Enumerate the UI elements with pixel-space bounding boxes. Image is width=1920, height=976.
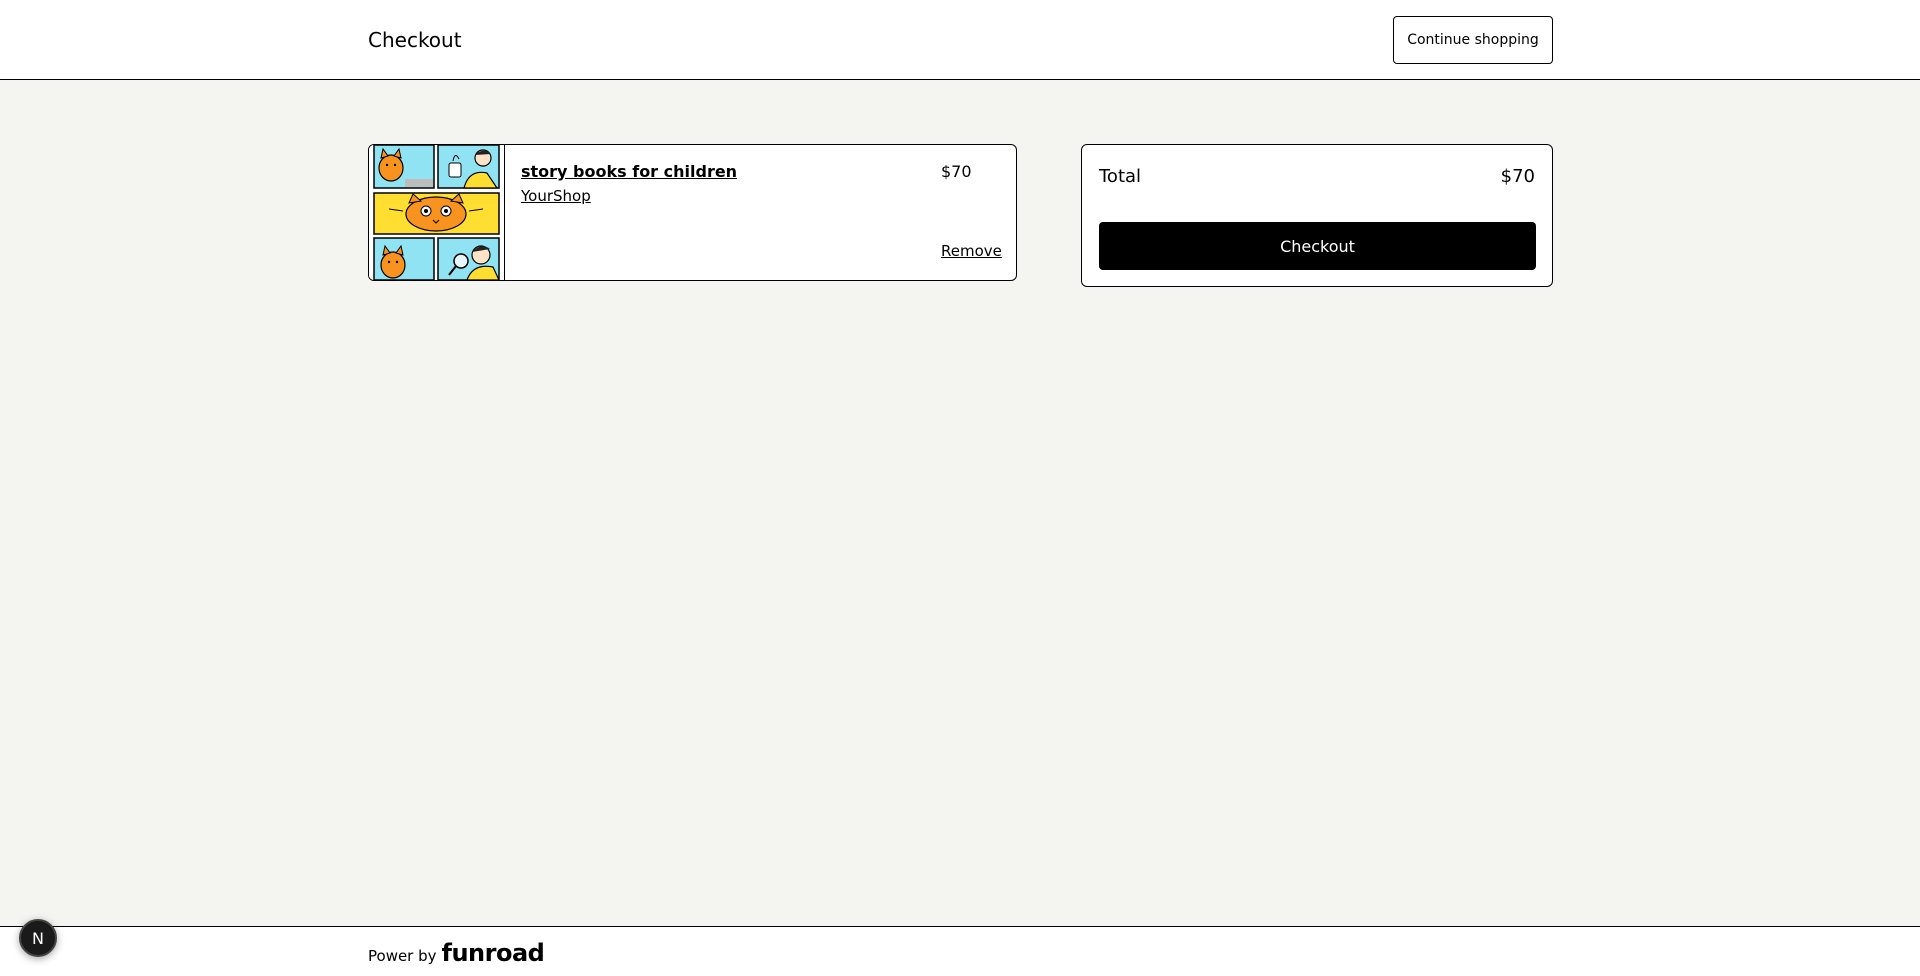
power-by-text: Power by bbox=[368, 947, 437, 965]
product-name-link[interactable]: story books for children bbox=[521, 161, 737, 183]
page-footer: Power by funroad bbox=[0, 926, 1920, 976]
total-label: Total bbox=[1099, 166, 1142, 187]
item-price: $70 bbox=[941, 162, 972, 181]
footer-credit: Power by funroad bbox=[368, 939, 545, 967]
remove-item-button[interactable]: Remove bbox=[941, 241, 1002, 261]
total-value: $70 bbox=[1500, 166, 1535, 187]
comic-cat-illustration-icon bbox=[369, 145, 504, 280]
shop-name-link[interactable]: YourShop bbox=[521, 186, 591, 206]
continue-shopping-button[interactable]: Continue shopping bbox=[1393, 16, 1553, 64]
cart-item: story books for children YourShop $70 Re… bbox=[368, 144, 1017, 281]
product-thumbnail[interactable] bbox=[369, 145, 505, 280]
brand-logo[interactable]: funroad bbox=[442, 939, 545, 967]
checkout-button[interactable]: Checkout bbox=[1099, 222, 1536, 270]
page-header: Checkout Continue shopping bbox=[0, 0, 1920, 80]
order-summary: Total $70 Checkout bbox=[1081, 144, 1553, 287]
page-title: Checkout bbox=[368, 28, 462, 52]
n-badge-button[interactable]: N bbox=[19, 919, 57, 957]
